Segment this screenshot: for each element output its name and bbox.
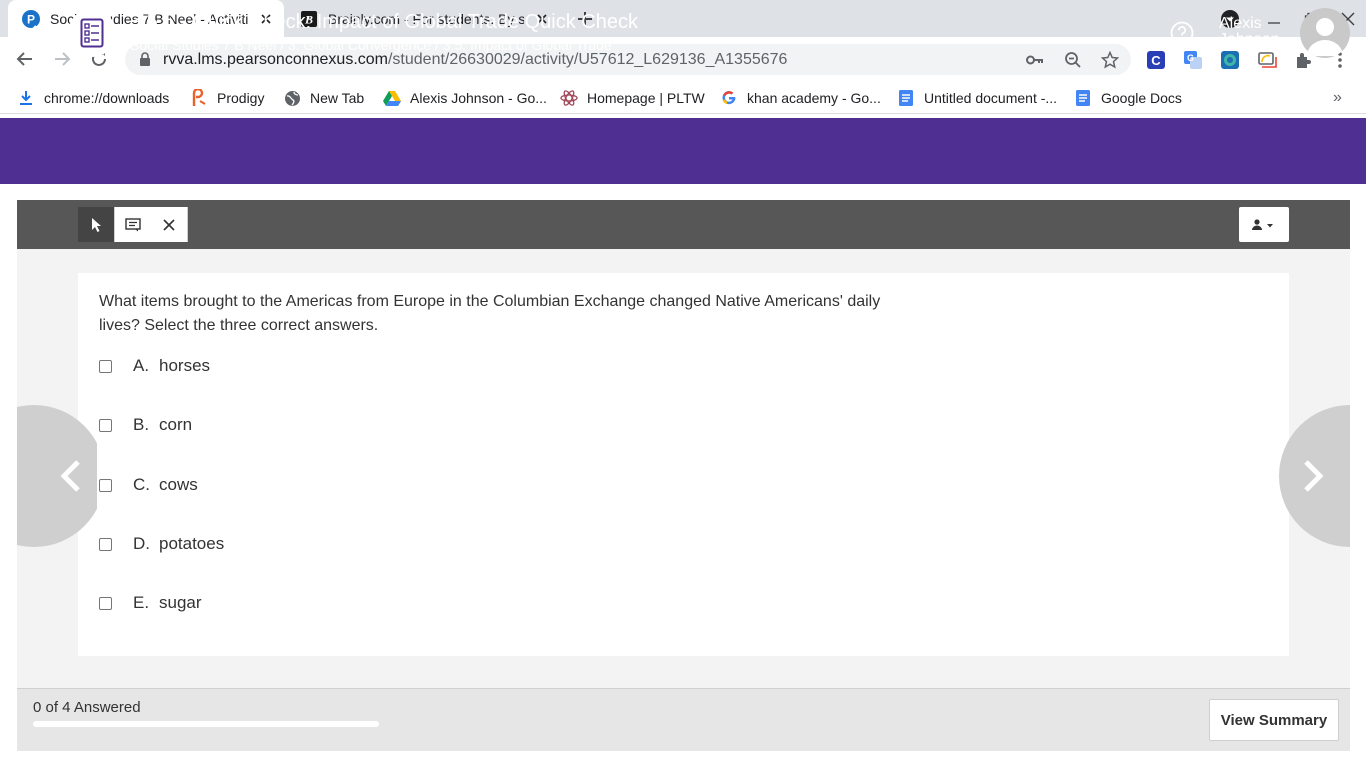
bookmark-label: Homepage | PLTW (587, 90, 705, 106)
avatar[interactable] (1300, 8, 1350, 58)
quick-check-icon (68, 9, 116, 57)
download-icon (17, 89, 35, 107)
answer-checkbox[interactable] (99, 478, 112, 492)
key-icon[interactable] (1025, 50, 1045, 70)
url-text: rvva.lms.pearsonconnexus.com/student/266… (163, 51, 788, 68)
option-text: cows (159, 475, 198, 494)
bookmark-label: Google Docs (1101, 90, 1182, 106)
bookmark-label: chrome://downloads (44, 90, 170, 106)
bookmark-alexis-drive[interactable]: Alexis Johnson - Go... (383, 88, 547, 108)
bookmark-khan-academy[interactable]: khan academy - Go... (720, 88, 881, 108)
view-summary-button[interactable]: View Summary (1209, 699, 1339, 741)
bookmarks-overflow-button[interactable]: » (1333, 88, 1342, 108)
bookmark-pltw[interactable]: Homepage | PLTW (560, 88, 705, 108)
forward-button[interactable] (47, 44, 77, 74)
question-prompt: What items brought to the Americas from … (99, 293, 881, 334)
previous-question-button[interactable] (17, 405, 97, 547)
option-letter: D. (133, 534, 150, 553)
arrow-left-icon (27, 25, 45, 41)
svg-text:C: C (1151, 53, 1161, 68)
option-text: sugar (159, 593, 202, 612)
next-question-button[interactable] (1279, 405, 1350, 547)
screen-share-icon[interactable] (1256, 49, 1278, 71)
google-translate-icon[interactable]: G (1182, 49, 1204, 71)
prodigy-icon (190, 89, 208, 107)
bookmark-label: Prodigy (217, 90, 265, 106)
notes-tool-button[interactable] (115, 207, 152, 242)
note-icon (125, 217, 141, 231)
bookmark-label: khan academy - Go... (747, 90, 881, 106)
bookmark-label: Alexis Johnson - Go... (410, 90, 547, 106)
zoom-out-icon[interactable] (1063, 50, 1083, 70)
player-footer (17, 688, 1350, 751)
user-name[interactable]: Alexis Johnson (1219, 16, 1280, 48)
chevron-down-icon[interactable] (1346, 50, 1356, 68)
pltw-atom-icon (560, 89, 578, 107)
option-letter: A. (133, 356, 150, 375)
previous-question-region (17, 400, 97, 552)
bookmark-downloads[interactable]: chrome://downloads (17, 88, 169, 108)
user-first-name: Alexis (1219, 15, 1262, 32)
back-to-course-button[interactable] (24, 20, 50, 46)
bookmark-label: New Tab (310, 90, 365, 106)
option-letter: E. (133, 593, 150, 612)
google-drive-icon (383, 89, 401, 107)
player-toolbar (17, 200, 1350, 249)
bookmark-untitled-document[interactable]: Untitled document -... (897, 88, 1057, 108)
eliminate-tool-button[interactable] (151, 207, 188, 242)
c-extension-icon[interactable]: C (1145, 49, 1167, 71)
bookmark-google-docs[interactable]: Google Docs (1074, 88, 1182, 108)
bookmark-prodigy[interactable]: Prodigy (190, 88, 264, 108)
google-g-icon (720, 89, 738, 107)
chevron-right-icon (1304, 460, 1324, 492)
answer-option-c[interactable]: C. cows (99, 474, 198, 496)
breadcrumb: Social Studies 7 B Neel / 3. Global Conv… (130, 37, 612, 53)
answer-checkbox[interactable] (99, 596, 112, 610)
person-dropdown-icon (1252, 218, 1273, 230)
answer-checkbox[interactable] (99, 418, 112, 432)
lock-icon (139, 52, 151, 71)
web-extension-icon[interactable] (1219, 49, 1241, 71)
star-icon[interactable] (1100, 50, 1120, 70)
google-docs-icon (897, 89, 915, 107)
cursor-icon (92, 217, 101, 232)
chevron-left-icon (60, 460, 80, 492)
option-text: horses (159, 356, 211, 375)
next-question-region (1270, 400, 1350, 552)
answered-progress-bar (33, 721, 379, 727)
help-button[interactable] (1170, 21, 1194, 45)
bookmark-label: Untitled document -... (924, 90, 1058, 106)
page-title: 3.5.6 - Quick Check: Impact of Global Tr… (130, 11, 638, 33)
answer-option-d[interactable]: D. potatoes (99, 533, 224, 555)
answer-checkbox[interactable] (99, 537, 112, 551)
accessibility-menu-button[interactable] (1239, 207, 1289, 242)
globe-icon (283, 89, 301, 107)
answer-option-b[interactable]: B. corn (99, 414, 192, 436)
svg-text:G: G (1187, 53, 1194, 63)
arrow-left-icon (16, 52, 32, 66)
arrow-right-icon (55, 52, 71, 66)
help-icon (1170, 21, 1194, 45)
answer-checkbox[interactable] (99, 359, 112, 373)
option-letter: B. (133, 415, 150, 434)
google-docs-icon (1074, 89, 1092, 107)
back-button[interactable] (10, 44, 40, 74)
option-letter: C. (133, 475, 150, 494)
user-last-name: Johnson (1219, 31, 1280, 48)
option-text: potatoes (159, 534, 225, 553)
option-text: corn (159, 415, 193, 434)
bookmark-new-tab[interactable]: New Tab (283, 88, 364, 108)
answer-option-a[interactable]: A. horses (99, 355, 210, 377)
pointer-tool-button[interactable] (78, 207, 115, 242)
activity-header (0, 118, 1366, 184)
answered-count: 0 of 4 Answered (33, 699, 141, 716)
close-icon (163, 218, 175, 231)
answer-option-e[interactable]: E. sugar (99, 592, 202, 614)
